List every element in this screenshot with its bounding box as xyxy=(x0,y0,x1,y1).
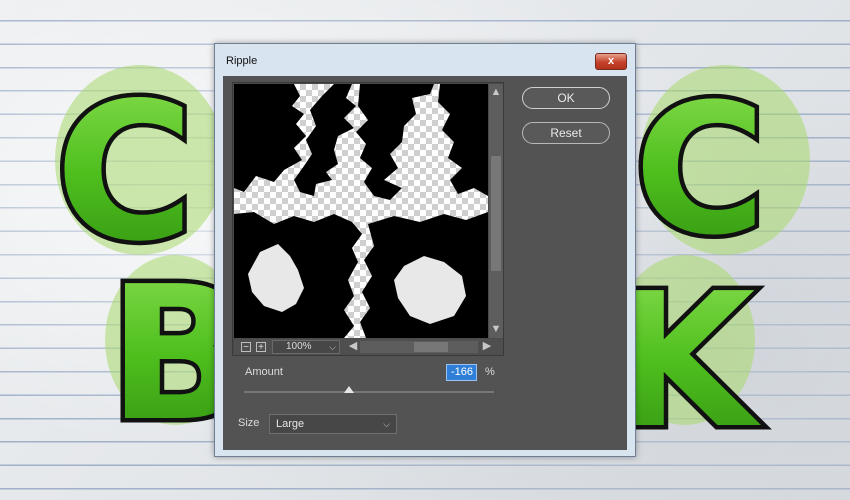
zoom-in-button[interactable]: + xyxy=(256,342,266,353)
amount-label: Amount xyxy=(245,366,283,378)
plus-icon: + xyxy=(258,342,264,353)
dialog-title: Ripple xyxy=(226,55,258,67)
close-icon: x xyxy=(607,55,615,67)
zoom-level-value: 100% xyxy=(286,341,312,352)
size-select-value: Large xyxy=(276,418,305,430)
filter-preview: ▲ ▼ − + 100% ⌵ ◀ ▶ xyxy=(232,82,504,356)
amount-slider-track[interactable] xyxy=(244,391,494,393)
close-button[interactable]: x xyxy=(595,53,627,70)
preview-shape xyxy=(356,84,434,200)
ripple-preview-image xyxy=(234,84,488,338)
minus-icon: − xyxy=(243,342,249,353)
amount-unit: % xyxy=(485,366,495,378)
ok-button[interactable]: OK xyxy=(522,87,610,109)
scroll-left-icon[interactable]: ◀ xyxy=(346,341,360,352)
chevron-down-icon: ⌵ xyxy=(329,342,336,352)
amount-slider-thumb[interactable] xyxy=(344,386,354,393)
dialog-body: ▲ ▼ − + 100% ⌵ ◀ ▶ OK Reset Amount -166 … xyxy=(223,76,627,450)
preview-toolbar: − + 100% ⌵ ◀ ▶ xyxy=(234,339,503,355)
size-select[interactable]: Large ⌵ xyxy=(269,414,397,434)
reset-button[interactable]: Reset xyxy=(522,122,610,144)
scroll-right-icon[interactable]: ▶ xyxy=(480,341,494,352)
zoom-out-button[interactable]: − xyxy=(241,342,251,353)
preview-shape xyxy=(234,84,306,192)
scroll-up-icon[interactable]: ▲ xyxy=(489,87,503,98)
ripple-dialog: Ripple x ▲ ▼ − + 100% ⌵ ◀ ▶ OK Reset Amo… xyxy=(214,43,636,457)
preview-vertical-scrollbar[interactable]: ▲ ▼ xyxy=(489,84,503,338)
vertical-scroll-thumb[interactable] xyxy=(491,156,501,271)
artwork-letter: C xyxy=(634,66,766,275)
preview-canvas[interactable] xyxy=(234,84,488,338)
horizontal-scroll-thumb[interactable] xyxy=(414,342,448,352)
preview-shape xyxy=(438,84,488,196)
size-label: Size xyxy=(238,417,260,429)
preview-horizontal-scrollbar[interactable] xyxy=(360,341,478,353)
amount-input[interactable]: -166 xyxy=(446,364,477,381)
scroll-down-icon[interactable]: ▼ xyxy=(489,324,503,335)
dialog-titlebar[interactable]: Ripple x xyxy=(215,44,635,76)
zoom-level-select[interactable]: 100% ⌵ xyxy=(272,340,340,354)
chevron-down-icon: ⌵ xyxy=(383,419,390,429)
preview-shape xyxy=(294,84,356,196)
